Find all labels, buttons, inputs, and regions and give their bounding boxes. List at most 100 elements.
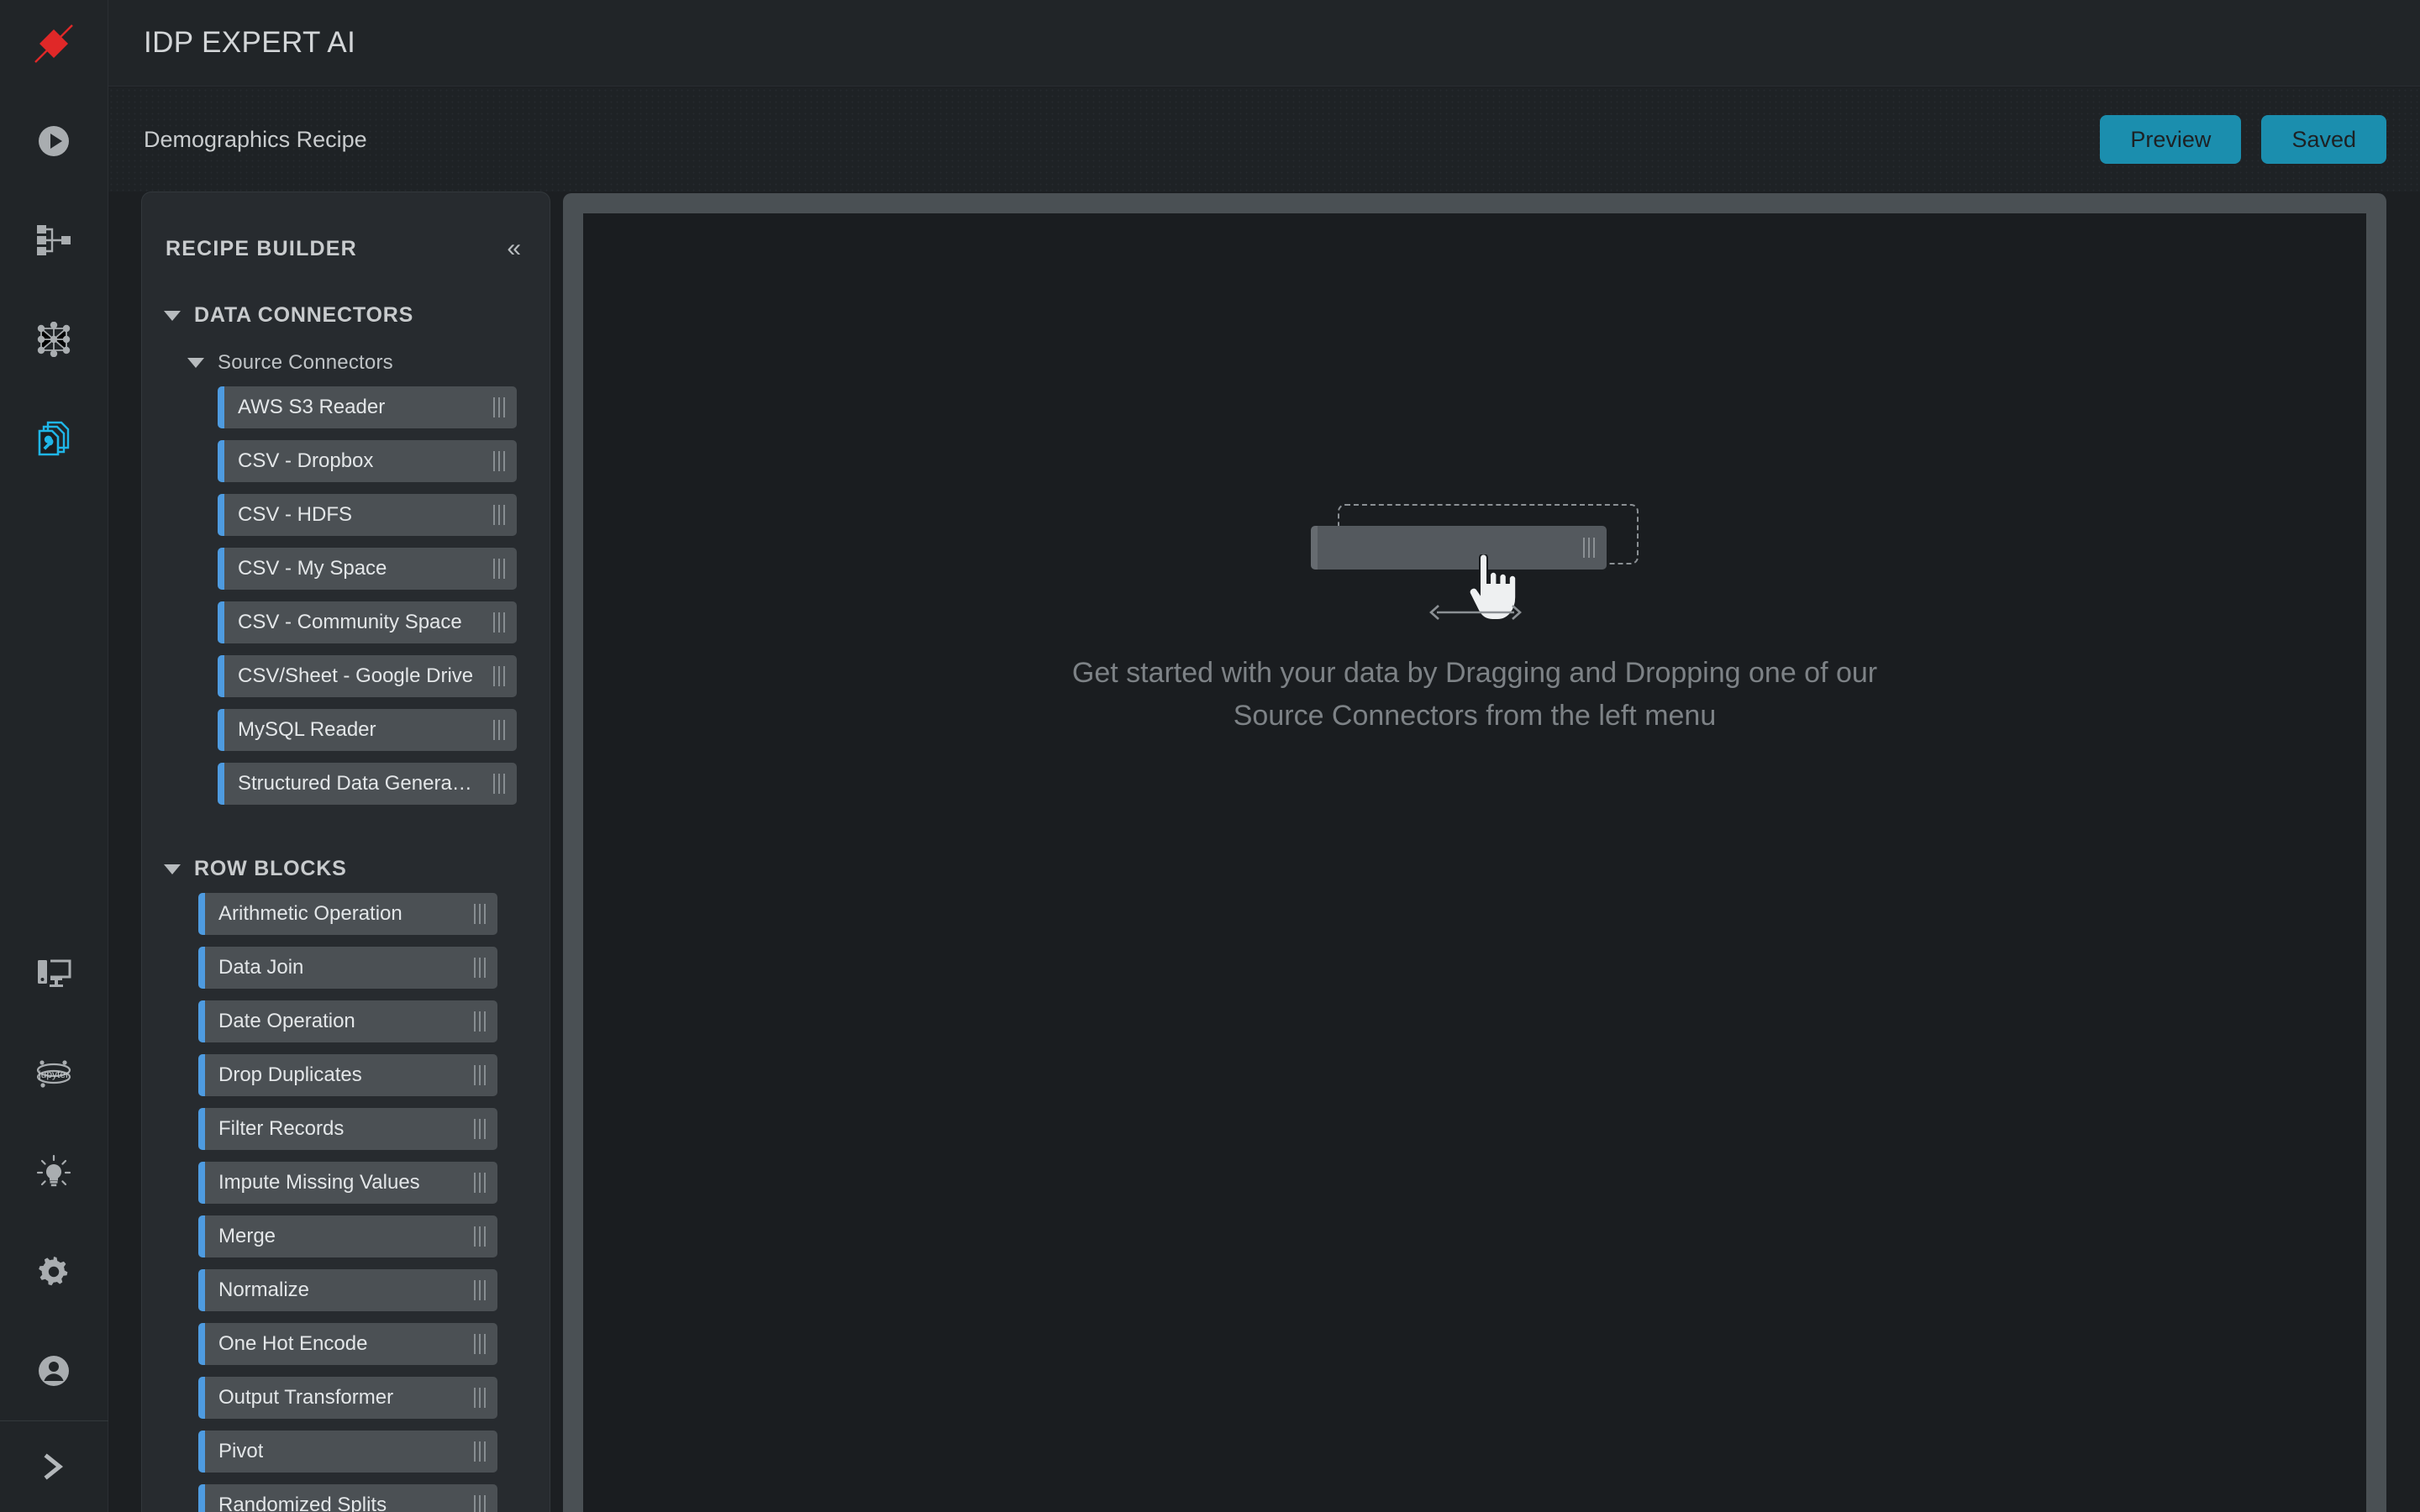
list-item-label: Date Operation <box>218 1010 355 1032</box>
drag-handle-icon[interactable] <box>493 666 505 686</box>
rail-top-group <box>0 92 108 488</box>
drag-handle-icon[interactable] <box>474 1119 486 1139</box>
section-row-blocks: ROW BLOCKS Arithmetic Operation Data Joi… <box>142 845 550 1512</box>
sidebar-item-notebooks[interactable]: jupyter <box>0 1024 108 1123</box>
list-item[interactable]: Date Operation <box>198 1000 497 1042</box>
rail-expand-button[interactable] <box>0 1421 108 1512</box>
list-item-label: Output Transformer <box>218 1386 394 1409</box>
drag-handle-icon[interactable] <box>493 774 505 794</box>
section-label: Source Connectors <box>218 351 393 374</box>
recipe-name-label: Demographics Recipe <box>144 126 367 152</box>
sidebar-item-workflow[interactable] <box>0 191 108 290</box>
drag-handle-icon <box>1583 538 1595 558</box>
empty-state-hint-line1: Get started with your data by Dragging a… <box>1071 657 1878 689</box>
sidebar-item-run-pipeline[interactable] <box>0 92 108 191</box>
section-header-source-connectors[interactable]: Source Connectors <box>142 339 550 386</box>
list-item[interactable]: Structured Data Genera… <box>218 763 517 805</box>
section-label: DATA CONNECTORS <box>194 303 414 327</box>
list-item[interactable]: CSV - My Space <box>218 548 517 590</box>
drag-handle-icon[interactable] <box>474 1388 486 1408</box>
drag-handle-icon[interactable] <box>474 1334 486 1354</box>
recipe-canvas[interactable]: Get started with your data by Dragging a… <box>583 213 2366 1512</box>
jupyter-icon: jupyter <box>36 1060 71 1088</box>
list-item[interactable]: CSV - Dropbox <box>218 440 517 482</box>
drag-handle-icon[interactable] <box>474 1495 486 1512</box>
list-item[interactable]: Normalize <box>198 1269 497 1311</box>
section-header-row-blocks[interactable]: ROW BLOCKS <box>142 845 550 893</box>
list-item[interactable]: Pivot <box>198 1431 497 1473</box>
list-item-label: Merge <box>218 1225 276 1247</box>
drag-handle-icon[interactable] <box>493 505 505 525</box>
list-item-label: Pivot <box>218 1440 264 1462</box>
drag-handle-icon[interactable] <box>493 720 505 740</box>
drag-handle-icon[interactable] <box>493 559 505 579</box>
list-item-label: One Hot Encode <box>218 1332 368 1355</box>
list-item[interactable]: Merge <box>198 1215 497 1257</box>
list-item[interactable]: AWS S3 Reader <box>218 386 517 428</box>
top-header-bar: IDP EXPERT AI <box>108 0 2420 87</box>
list-item[interactable]: Impute Missing Values <box>198 1162 497 1204</box>
list-item[interactable]: MySQL Reader <box>218 709 517 751</box>
user-avatar-icon <box>39 1356 69 1386</box>
drag-drop-illustration <box>1311 492 1639 627</box>
sidebar-item-insights[interactable] <box>0 1123 108 1222</box>
saved-button[interactable]: Saved <box>2261 114 2386 165</box>
chevron-right-icon <box>44 1453 64 1480</box>
list-item-label: CSV - HDFS <box>238 503 353 526</box>
list-item[interactable]: Arithmetic Operation <box>198 893 497 935</box>
recipe-builder-panel: RECIPE BUILDER « DATA CONNECTORS Source … <box>141 192 550 1512</box>
drag-handle-icon[interactable] <box>493 612 505 633</box>
sidebar-item-workstation[interactable] <box>0 925 108 1024</box>
sidebar-item-settings[interactable] <box>0 1222 108 1321</box>
list-item-label: Impute Missing Values <box>218 1171 420 1194</box>
list-item[interactable]: Randomized Splits <box>198 1484 497 1512</box>
list-item-label: Randomized Splits <box>218 1494 387 1512</box>
list-item-label: Data Join <box>218 956 304 979</box>
list-item[interactable]: Drop Duplicates <box>198 1054 497 1096</box>
source-connector-list: AWS S3 Reader CSV - Dropbox CSV - HDFS C… <box>142 386 550 816</box>
svg-text:jupyter: jupyter <box>38 1068 69 1080</box>
caret-down-icon <box>164 310 181 321</box>
desktop-icon <box>38 959 71 987</box>
list-item-label: CSV - Dropbox <box>238 449 374 472</box>
list-item-label: CSV/Sheet - Google Drive <box>238 664 474 687</box>
rail-bottom-group: jupyter <box>0 925 108 1420</box>
sidebar-item-account[interactable] <box>0 1321 108 1420</box>
list-item[interactable]: Data Join <box>198 947 497 989</box>
sub-header-bar: Demographics Recipe Preview Saved <box>108 87 2420 192</box>
drag-handle-icon[interactable] <box>474 1011 486 1032</box>
section-header-data-connectors[interactable]: DATA CONNECTORS <box>142 291 550 339</box>
page-title: IDP EXPERT AI <box>144 26 356 59</box>
list-item[interactable]: Filter Records <box>198 1108 497 1150</box>
section-data-connectors: DATA CONNECTORS Source Connectors AWS S3… <box>142 291 550 816</box>
hierarchy-tree-icon <box>37 225 71 255</box>
list-item-label: AWS S3 Reader <box>238 396 386 418</box>
drag-handle-icon[interactable] <box>474 1441 486 1462</box>
list-item[interactable]: CSV - HDFS <box>218 494 517 536</box>
sidebar-item-models[interactable] <box>0 290 108 389</box>
drag-handle-icon[interactable] <box>474 1280 486 1300</box>
drag-handle-icon[interactable] <box>474 1226 486 1247</box>
drag-handle-icon[interactable] <box>474 958 486 978</box>
drag-handle-icon[interactable] <box>474 1173 486 1193</box>
play-circle-icon <box>39 126 69 156</box>
double-chevron-left-icon[interactable]: « <box>502 233 526 265</box>
recipe-builder-body: DATA CONNECTORS Source Connectors AWS S3… <box>142 291 550 1512</box>
empty-state-hint: Get started with your data by Dragging a… <box>1072 652 1877 738</box>
drag-handle-icon[interactable] <box>474 1065 486 1085</box>
documents-wrench-icon <box>38 421 70 456</box>
caret-down-icon <box>187 358 204 368</box>
draggable-block <box>1311 526 1607 570</box>
sidebar-item-recipes[interactable] <box>0 389 108 488</box>
list-item[interactable]: Output Transformer <box>198 1377 497 1419</box>
drag-handle-icon[interactable] <box>493 397 505 417</box>
drag-handle-icon[interactable] <box>474 904 486 924</box>
list-item[interactable]: CSV/Sheet - Google Drive <box>218 655 517 697</box>
list-item[interactable]: CSV - Community Space <box>218 601 517 643</box>
app-logo[interactable] <box>0 0 108 87</box>
row-block-list: Arithmetic Operation Data Join Date Oper… <box>142 893 550 1512</box>
preview-button[interactable]: Preview <box>2100 114 2242 165</box>
list-item-label: Filter Records <box>218 1117 345 1140</box>
drag-handle-icon[interactable] <box>493 451 505 471</box>
list-item[interactable]: One Hot Encode <box>198 1323 497 1365</box>
